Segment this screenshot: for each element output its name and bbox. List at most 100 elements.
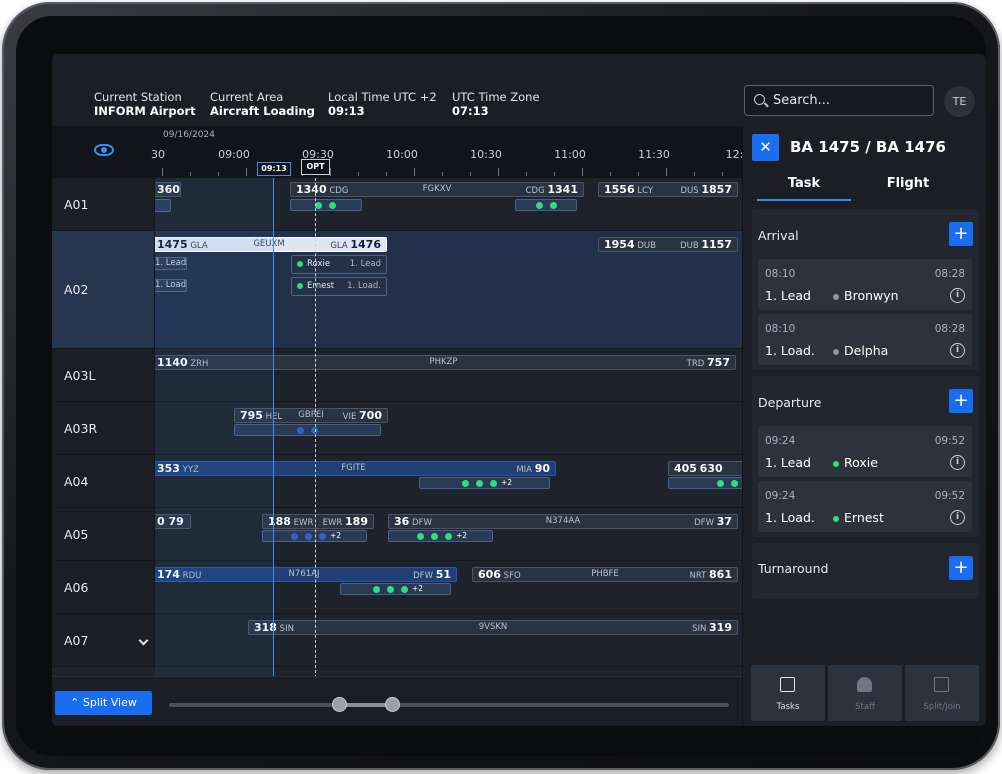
task-card[interactable]: 09:24 09:52 1. Lead Roxie i: [758, 426, 972, 477]
flight-bar[interactable]: 188 EWR EWR 189: [262, 514, 374, 529]
timeline-tick: [694, 172, 695, 176]
split-join-icon: [934, 677, 949, 692]
flight-number: 757: [707, 356, 730, 369]
status-dot: [833, 515, 839, 522]
task-card[interactable]: 09:24 09:52 1. Load. Ernest i: [758, 481, 972, 532]
staff-dot: [291, 533, 298, 540]
flight-number: 861: [709, 568, 732, 581]
timeline-tick: [190, 172, 191, 176]
tasks-label: Tasks: [776, 702, 800, 712]
add-arrival-task-button[interactable]: +: [949, 222, 973, 246]
timeline-tick: [246, 168, 247, 176]
staff-dot: [490, 480, 497, 487]
row-label[interactable]: A03R: [52, 402, 155, 454]
flight-destination: CDG: [525, 186, 545, 196]
staff-dots[interactable]: +2: [340, 583, 451, 595]
flight-number: 1157: [701, 238, 732, 251]
split-join-button[interactable]: Split/Join: [905, 665, 979, 721]
timeline-tick: [442, 172, 443, 176]
opt-flag[interactable]: OPT: [301, 159, 330, 175]
staff-dots[interactable]: [515, 199, 577, 211]
flight-bar[interactable]: 405 630: [668, 461, 742, 476]
timeline-tick: [358, 172, 359, 176]
status-dot: [297, 260, 303, 267]
timeline-tick: [526, 172, 527, 176]
task-chip[interactable]: Ernest 1. Load.: [291, 277, 387, 296]
info-icon[interactable]: i: [950, 510, 965, 525]
flight-number: 1954: [604, 238, 635, 251]
info-icon[interactable]: i: [950, 455, 965, 470]
flight-bar[interactable]: 318 SIN 9VSKN SIN 319: [248, 620, 738, 635]
row-label[interactable]: A04: [52, 455, 155, 507]
avatar[interactable]: TE: [944, 86, 975, 117]
split-view-button[interactable]: ⌃ Split View: [55, 691, 152, 715]
flight-origin: SFO: [503, 571, 521, 581]
staff-dots[interactable]: [668, 477, 742, 489]
staff-dots[interactable]: [290, 199, 362, 211]
tab-task[interactable]: Task: [757, 176, 851, 191]
task-card[interactable]: 08:10 08:28 1. Lead Bronwyn i: [758, 259, 972, 310]
add-turnaround-task-button[interactable]: +: [949, 556, 973, 580]
flight-bar[interactable]: 1556 LCY DUS 1857: [598, 182, 738, 197]
row-label[interactable]: A05: [52, 508, 155, 560]
row-label[interactable]: A02: [52, 231, 155, 348]
tab-flight[interactable]: Flight: [861, 176, 955, 191]
flight-bar[interactable]: 606 SFO PHBFE NRT 861: [472, 567, 738, 582]
status-dot: [833, 293, 839, 300]
turnaround-title: Turnaround: [758, 561, 829, 576]
timeline-label: 09:00: [218, 148, 250, 161]
staff-dots[interactable]: +2: [419, 477, 550, 489]
staff-dot: [329, 202, 336, 209]
staff-dot: [387, 586, 394, 593]
zoom-slider-handle-end[interactable]: [385, 697, 400, 712]
staff-button[interactable]: Staff: [828, 665, 902, 721]
flight-bar[interactable]: 1340 CDG FGKXV CDG 1341: [290, 182, 584, 197]
aircraft-registration: PHBFE: [591, 569, 619, 579]
flight-bar[interactable]: 1954 DUB DUB 1157: [598, 237, 738, 252]
staff-dot: [717, 480, 724, 487]
add-departure-task-button[interactable]: +: [949, 389, 973, 413]
task-card[interactable]: 08:10 08:28 1. Load. Delpha i: [758, 314, 972, 365]
flight-number: 405: [674, 462, 697, 475]
departure-section: Departure + 09:24 09:52 1. Lead Roxie i …: [752, 376, 979, 537]
staff-dot: [431, 533, 438, 540]
zoom-slider[interactable]: [169, 703, 729, 707]
app-header: Current Station INFORM Airport Current A…: [52, 54, 742, 126]
utc-value: 07:13: [452, 104, 489, 118]
row-label[interactable]: A01: [52, 178, 155, 230]
row-label[interactable]: A03L: [52, 349, 155, 401]
flight-destination: DFW: [413, 571, 433, 581]
info-icon[interactable]: i: [950, 288, 965, 303]
station-label: Current Station: [94, 90, 182, 104]
task-role: 1. Lead: [349, 259, 381, 269]
flight-origin: EWR: [293, 518, 314, 528]
task-chip[interactable]: Roxie 1. Lead: [291, 255, 387, 274]
status-dot: [833, 348, 839, 355]
info-icon[interactable]: i: [950, 343, 965, 358]
zoom-slider-handle-start[interactable]: [332, 697, 347, 712]
elapsed-time-shade: [155, 178, 273, 676]
task-role: 1. Load.: [347, 281, 381, 291]
tasks-button[interactable]: Tasks: [751, 665, 825, 721]
row-label[interactable]: A07: [52, 614, 155, 666]
task-end: 08:28: [934, 268, 965, 280]
search-input[interactable]: Search...: [744, 85, 934, 116]
chevron-down-icon[interactable]: [138, 635, 149, 645]
active-tab-indicator: [757, 199, 851, 201]
local-time-value: 09:13: [328, 104, 365, 118]
staff-dots[interactable]: +2: [388, 530, 493, 542]
flight-bar[interactable]: 36 DFW N374AA DFW 37: [388, 514, 738, 529]
flight-number: 1341: [547, 183, 578, 196]
timeline-tick: [498, 168, 499, 176]
staff-dot: [445, 533, 452, 540]
timeline-tick: [554, 172, 555, 176]
eye-icon[interactable]: [94, 144, 114, 156]
row-label[interactable]: A06: [52, 561, 155, 613]
flight-number: 700: [359, 409, 382, 422]
flight-destination: MIA: [516, 465, 532, 475]
staff-dot: [417, 533, 424, 540]
task-end: 09:52: [934, 490, 965, 502]
close-button[interactable]: ✕: [752, 134, 779, 161]
staff-dot: [297, 427, 304, 434]
person-icon: [857, 677, 872, 692]
